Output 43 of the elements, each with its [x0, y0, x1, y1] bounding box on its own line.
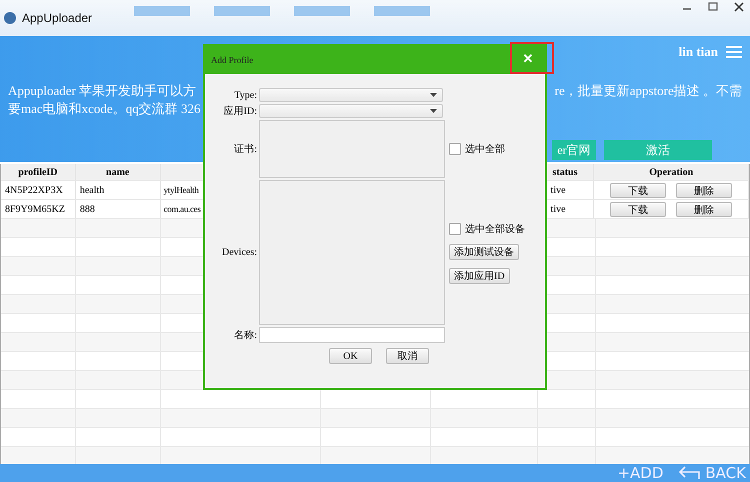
- dialog-title: Add Profile: [211, 55, 254, 65]
- ok-button[interactable]: OK: [329, 348, 372, 364]
- checkbox-label: 选中全部设备: [465, 222, 525, 236]
- action-button[interactable]: 删除: [676, 182, 732, 198]
- app-id-dropdown[interactable]: [259, 104, 443, 118]
- checkbox[interactable]: [449, 222, 461, 234]
- certificate-list[interactable]: [259, 120, 445, 178]
- description-text: Appuploader 苹果开发助手可以方: [8, 82, 196, 100]
- action-button[interactable]: 删除: [676, 202, 732, 216]
- blurred-tab[interactable]: [294, 6, 350, 16]
- dropdown-arrow-icon: [430, 108, 438, 114]
- column-header[interactable]: profileID: [1, 164, 76, 181]
- table-cell: health: [76, 181, 161, 200]
- action-button[interactable]: 下载: [610, 182, 666, 198]
- window-title: AppUploader: [22, 11, 92, 25]
- description-text: 要mac电脑和xcode。qq交流群 326: [8, 100, 200, 118]
- table-cell: 4N5P22XP3X: [1, 181, 76, 200]
- type-dropdown[interactable]: [259, 88, 443, 102]
- back-arrow-icon[interactable]: [677, 466, 702, 480]
- add-app-id-button[interactable]: 添加应用ID: [449, 268, 510, 284]
- description-text: re，批量更新appstore描述 。不需: [554, 82, 742, 100]
- blurred-tab[interactable]: [214, 6, 270, 16]
- table-cell: 8F9Y9M65KZ: [1, 200, 76, 219]
- cancel-button[interactable]: 取消: [386, 348, 429, 364]
- blurred-tab[interactable]: [374, 6, 430, 16]
- checkbox-label: 选中全部: [465, 142, 505, 156]
- field-label: 名称:: [233, 329, 257, 342]
- checkbox[interactable]: [449, 143, 461, 155]
- blurred-tab[interactable]: [134, 6, 190, 16]
- menu-icon[interactable]: [726, 46, 742, 58]
- name-field[interactable]: [259, 327, 445, 343]
- dropdown-arrow-icon: [430, 92, 438, 98]
- table-cell: 888: [76, 200, 161, 219]
- add-device-button[interactable]: 添加测试设备: [449, 244, 519, 260]
- column-header[interactable]: name: [76, 164, 161, 181]
- column-header[interactable]: Operation: [594, 164, 749, 181]
- action-button[interactable]: 下载: [610, 202, 666, 216]
- device-list[interactable]: [259, 180, 445, 325]
- field-label: Devices:: [221, 247, 257, 258]
- field-label: 应用ID:: [222, 104, 257, 118]
- field-label: 证书:: [233, 142, 257, 156]
- app-icon: [4, 12, 16, 24]
- field-label: Type:: [233, 90, 257, 100]
